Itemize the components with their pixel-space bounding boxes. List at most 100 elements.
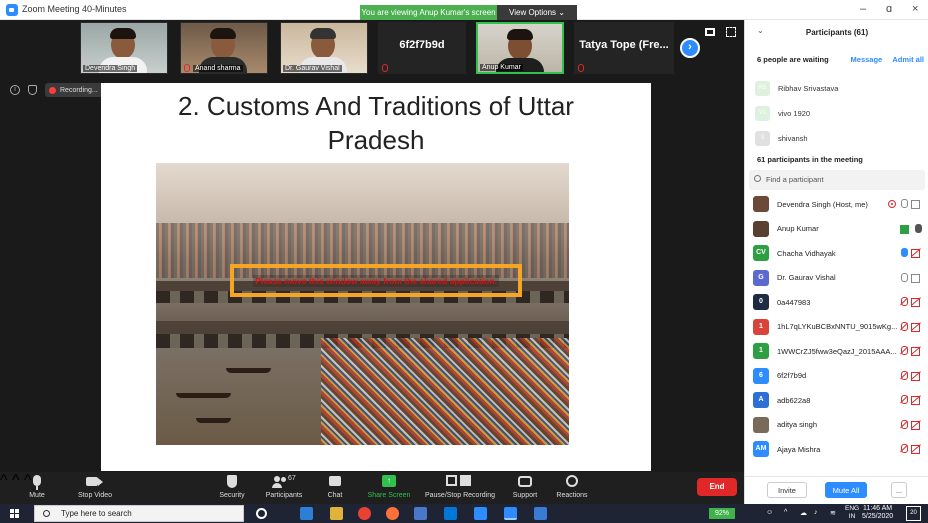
security-button[interactable]: Security <box>212 474 252 499</box>
video-options-caret-icon[interactable]: ^ <box>12 472 20 489</box>
maximize-button[interactable]: ɑ <box>886 3 892 15</box>
camera-off-icon[interactable] <box>911 298 921 307</box>
people-icon[interactable]: ☺ <box>766 509 773 516</box>
waiting-row[interactable]: S shivansh <box>755 126 838 151</box>
participant-row[interactable]: Anup Kumar <box>753 217 928 242</box>
slide-title-line-1: 2. Customs And Traditions of Uttar <box>178 91 574 121</box>
participant-row[interactable]: Aadb622a8 <box>753 388 928 413</box>
more-options-button[interactable]: ... <box>891 482 907 498</box>
camera-off-icon[interactable] <box>911 249 921 258</box>
cortana-icon[interactable] <box>256 508 267 519</box>
microphone-icon[interactable] <box>900 272 908 283</box>
microphone-icon[interactable] <box>914 223 922 234</box>
next-page-icon[interactable]: › <box>680 38 700 58</box>
mic-muted-icon[interactable] <box>900 370 908 381</box>
minimize-button[interactable]: – <box>860 3 866 15</box>
mute-button[interactable]: Mute <box>22 474 52 499</box>
notification-center-icon[interactable]: 20 <box>906 506 921 521</box>
find-participant-placeholder: Find a participant <box>766 175 824 184</box>
thumbnail-gaurav-vishal[interactable]: Dr. Gaurav Vishal <box>280 22 368 74</box>
thumbnail-anup-kumar[interactable]: Anup Kumar <box>476 22 564 74</box>
close-button[interactable]: × <box>912 3 918 15</box>
language-indicator[interactable]: ENG IN <box>845 505 859 521</box>
participant-row[interactable]: AM Ajaya Mishra <box>753 437 928 462</box>
store-icon[interactable] <box>444 507 457 520</box>
search-icon <box>754 175 761 182</box>
encryption-shield-icon[interactable] <box>28 85 37 95</box>
reactions-button[interactable]: Reactions <box>554 474 590 499</box>
edge-icon[interactable] <box>300 507 313 520</box>
firefox-icon[interactable] <box>386 507 399 520</box>
volume-icon[interactable]: ♪ <box>814 509 818 516</box>
waiting-row[interactable]: V1 vivo 1920 <box>755 101 838 126</box>
gallery-view-icon[interactable] <box>705 28 715 36</box>
taskbar-search-input[interactable]: Type here to search <box>34 505 244 522</box>
mic-muted-icon[interactable] <box>900 419 908 430</box>
participant-row[interactable]: 1 1hL7qLYKuBCBxNNTU_9015wKg... <box>753 315 928 340</box>
mute-all-button[interactable]: Mute All <box>825 482 867 498</box>
thumbnail-anand-sharma[interactable]: Anand sharma <box>180 22 268 74</box>
camera-icon[interactable] <box>911 273 921 283</box>
participant-row[interactable]: Devendra Singh (Host, me) <box>753 192 928 217</box>
thumbnail-tatya-tope[interactable]: Tatya Tope (Fre... <box>574 22 674 74</box>
info-icon[interactable]: i <box>10 85 20 95</box>
find-participant-input[interactable]: Find a participant <box>749 170 925 190</box>
invite-button[interactable]: Invite <box>767 482 807 498</box>
thumbnail-devendra-singh[interactable]: Devendra Singh <box>80 22 168 74</box>
audio-options-caret-icon[interactable]: ^ <box>0 472 8 489</box>
onedrive-icon[interactable]: ☁ <box>800 509 807 517</box>
recording-status-icon <box>888 200 896 208</box>
mic-muted-icon[interactable] <box>900 297 908 307</box>
camera-off-icon[interactable] <box>911 420 921 430</box>
view-options-button[interactable]: View Options ⌄ <box>497 5 577 20</box>
mic-muted-icon[interactable] <box>900 321 908 332</box>
word-icon[interactable] <box>474 507 487 520</box>
chat-button[interactable]: Chat <box>322 474 348 499</box>
participant-row[interactable]: 6 6f2f7b9d <box>753 364 928 389</box>
participant-row[interactable]: CV Chacha Vidhayak <box>753 241 928 266</box>
camera-off-icon[interactable] <box>911 445 921 454</box>
camera-off-icon[interactable] <box>911 396 921 405</box>
chat-bubble-icon <box>322 474 348 490</box>
windows-start-icon[interactable] <box>10 509 19 518</box>
microphone-icon[interactable] <box>900 199 908 209</box>
waiting-row[interactable]: RS Ribhav Srivastava <box>755 76 838 101</box>
admit-all-button[interactable]: Admit all <box>892 55 924 64</box>
mic-muted-icon[interactable] <box>900 346 908 356</box>
battery-indicator[interactable]: 92% <box>709 508 735 519</box>
emoji-icon <box>554 474 590 490</box>
taskbar-app-icon[interactable] <box>414 507 427 520</box>
mic-muted-icon[interactable] <box>900 444 908 454</box>
share-screen-button[interactable]: ↑ Share Screen <box>364 474 414 499</box>
thumbnail-strip: Devendra Singh Anand sharma Dr. Gaurav V… <box>0 20 744 76</box>
participant-status <box>900 223 922 234</box>
thumbnail-6f2f7b9d[interactable]: 6f2f7b9d <box>378 22 466 74</box>
mic-muted-icon <box>578 64 584 72</box>
show-hidden-icons-icon[interactable]: ^ <box>784 509 787 516</box>
taskbar-app-icon-2[interactable] <box>534 507 547 520</box>
pause-stop-recording-button[interactable]: Pause/Stop Recording <box>422 474 498 499</box>
camera-off-icon[interactable] <box>911 347 921 356</box>
participant-row[interactable]: G Dr. Gaurav Vishal <box>753 266 928 291</box>
file-explorer-icon[interactable] <box>330 507 343 520</box>
participants-button[interactable]: 67 Participants <box>262 474 306 499</box>
camera-off-icon[interactable] <box>911 371 921 381</box>
microphone-icon[interactable] <box>900 248 908 258</box>
camera-off-icon[interactable] <box>911 322 921 332</box>
participant-row[interactable]: 0 0a447983 <box>753 290 928 315</box>
mic-muted-icon[interactable] <box>900 395 908 405</box>
avatar <box>753 220 769 237</box>
participant-row[interactable]: aditya singh <box>753 413 928 438</box>
mute-label: Mute <box>29 492 45 499</box>
wifi-icon[interactable]: ≋ <box>830 509 836 517</box>
zoom-taskbar-icon[interactable] <box>504 507 517 520</box>
chrome-icon[interactable] <box>358 507 371 520</box>
stop-video-button[interactable]: Stop Video <box>70 474 120 499</box>
fullscreen-icon[interactable] <box>726 27 736 37</box>
camera-icon[interactable] <box>911 200 921 209</box>
participant-row[interactable]: 1 1WWCrZJ5fww3eQazJ_2015AAA... <box>753 339 928 364</box>
end-meeting-button[interactable]: End <box>697 478 737 496</box>
message-waiting-button[interactable]: Message <box>851 55 883 64</box>
clock[interactable]: 11:46 AM 5/25/2020 <box>862 505 893 521</box>
support-button[interactable]: Support <box>508 474 542 499</box>
